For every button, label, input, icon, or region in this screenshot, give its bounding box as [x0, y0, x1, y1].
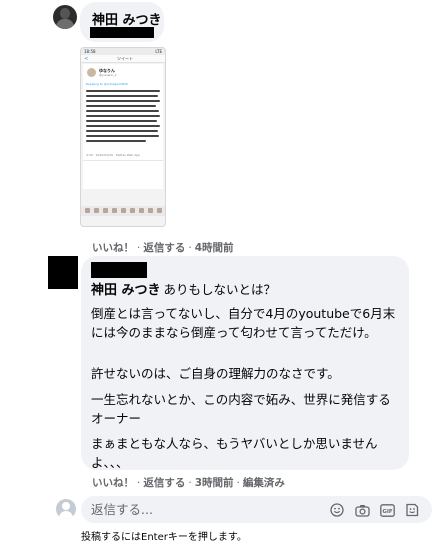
comment-timestamp[interactable]: 4時間前: [195, 242, 234, 254]
tweet-text-line: [86, 105, 156, 107]
tweet-text-line: [86, 100, 160, 102]
camera-icon[interactable]: [354, 502, 370, 518]
tweet-text-line: [86, 125, 160, 127]
comment-paragraph: 許せないのは、ご自身の理解力のなさです。: [91, 366, 340, 381]
submit-hint: 投稿するにはEnterキーを押します。: [81, 532, 247, 543]
tweet-text-line: [86, 115, 160, 117]
comment-timestamp[interactable]: 3時間前: [195, 477, 234, 489]
tweet-avatar: [87, 68, 96, 77]
phone-status-time: 18:58: [84, 49, 96, 54]
comment-paragraph: まぁまともな人なら、もうヤバいとしか思いませんよ、、、: [91, 436, 378, 470]
commenter-avatar[interactable]: [53, 5, 77, 29]
comment-bubble: 神田 みつき ありもしないとは？ 倒産とは言ってないし、自分で4月のyoutube…: [81, 256, 409, 470]
tweet-meta: 4:39 · 2020/04/29 · Twitter Web App: [86, 153, 141, 157]
phone-status-icons: LTE: [155, 49, 162, 54]
comment-author-name[interactable]: 神田 みつき: [92, 9, 162, 28]
commenter-avatar[interactable]: [48, 256, 78, 289]
redacted-text: [91, 262, 147, 278]
reply-box: GIF: [81, 496, 432, 523]
current-user-avatar: [56, 499, 76, 519]
edited-label[interactable]: 編集済み: [243, 477, 285, 489]
emoji-icon[interactable]: [329, 502, 345, 518]
comment-text-header: ありもしないとは？: [163, 282, 277, 297]
tweet-text-line: [86, 130, 158, 132]
back-arrow-icon: <: [84, 56, 89, 62]
like-link[interactable]: いいね！: [92, 242, 134, 254]
comment-paragraph: 一生忘れないとか、この内容で妬み、世界に発信するオーナー: [91, 392, 391, 426]
comment-actions: いいね！ · 返信する · 3時間前 · 編集済み: [92, 477, 285, 489]
comment-paragraph: 倒産とは言ってないし、自分で4月のyoutubeで6月末には今のままなら倒産って…: [91, 306, 396, 340]
tweet-text-line: [86, 95, 158, 97]
tweet-divider: [83, 160, 163, 161]
tweet-card: ゆなりん @yunarin_z Replying to @mimigumi830…: [83, 64, 163, 189]
sticker-icon[interactable]: [404, 502, 420, 518]
reply-link[interactable]: 返信する: [143, 477, 185, 489]
tweet-text-line: [86, 110, 159, 112]
tweet-text-line: [86, 140, 146, 142]
redacted-text: [90, 27, 154, 38]
gif-icon[interactable]: GIF: [379, 502, 395, 518]
svg-text:GIF: GIF: [382, 509, 393, 515]
tweet-replying-to: Replying to @mimigumi830: [86, 82, 128, 86]
phone-status-bar: 18:58 LTE: [81, 48, 165, 55]
reply-input[interactable]: [91, 500, 281, 519]
like-link[interactable]: いいね！: [92, 477, 134, 489]
comment-author-name[interactable]: 神田 みつき: [91, 283, 161, 298]
tweet-text-line: [86, 120, 157, 122]
phone-nav-bar: < ツイート: [81, 55, 165, 63]
attached-screenshot[interactable]: 18:58 LTE < ツイート ゆなりん @yunarin_z Replyin…: [80, 47, 166, 227]
tweet-handle: @yunarin_z: [99, 73, 117, 77]
phone-bottom-strip: [81, 206, 165, 216]
tweet-text-line: [86, 90, 160, 92]
comment-header: 神田 みつき ありもしないとは？: [91, 279, 276, 298]
reply-link[interactable]: 返信する: [143, 242, 185, 254]
comment-actions: いいね！ · 返信する · 4時間前: [92, 242, 234, 254]
phone-nav-title: ツイート: [117, 56, 133, 61]
tweet-text-line: [86, 135, 159, 137]
comment-bubble: 神田 みつき: [80, 2, 164, 42]
